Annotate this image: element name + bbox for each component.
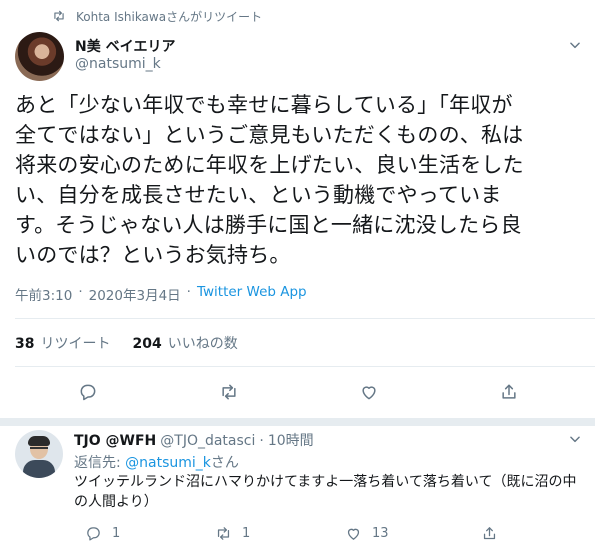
chevron-down-icon[interactable] — [568, 38, 582, 52]
replying-to: 返信先: @natsumi_kさん — [74, 452, 239, 472]
replying-to-handle[interactable]: @natsumi_k — [125, 455, 211, 471]
reply-button[interactable] — [77, 381, 99, 403]
reply-retweet-button[interactable]: 1 — [215, 523, 250, 543]
reply-like-button[interactable]: 13 — [345, 523, 389, 543]
avatar-hair — [28, 436, 50, 446]
replying-prefix: 返信先: — [74, 455, 126, 471]
reply-display-name[interactable]: TJO @WFH — [74, 433, 156, 449]
retweet-icon — [54, 10, 64, 22]
reply-icon — [80, 384, 96, 401]
likes-label: いいねの数 — [167, 336, 238, 352]
author-display-name[interactable]: N美 ベイエリア — [75, 36, 175, 56]
reply-icon — [87, 526, 100, 541]
reply-text: ツイッテルランド沼にハマりかけてますよ一落ち着いて落ち着いて（既に沼の中の人間よ… — [74, 474, 577, 510]
tweet-actions — [0, 381, 595, 405]
tweet-stats: 38 リツイート 204 いいねの数 — [15, 333, 238, 353]
divider — [15, 366, 595, 367]
share-icon — [483, 526, 496, 539]
meta-separator: · — [186, 284, 191, 300]
reply-avatar[interactable] — [15, 430, 63, 478]
retweets-count: 38 — [15, 336, 35, 352]
likes-count: 204 — [132, 336, 162, 352]
tweet-source[interactable]: Twitter Web App — [197, 284, 307, 304]
reply-reply-count: 1 — [112, 525, 121, 541]
heart-icon — [362, 386, 376, 400]
retweet-context: Kohta Ishikawaさんがリツイート — [52, 6, 262, 26]
tweet-time[interactable]: 午前3:10 — [15, 284, 72, 304]
replying-suffix: さん — [210, 455, 239, 471]
retweet-button[interactable] — [218, 381, 240, 403]
reply-handle[interactable]: @TJO_datasci — [160, 433, 255, 449]
tweet-text: あと「少ない年収でも幸せに暮らしている」「年収が 全てではない」というご意見もい… — [15, 93, 524, 267]
like-button[interactable] — [358, 381, 380, 403]
reply-separator-dot: · — [259, 433, 264, 449]
divider — [15, 318, 595, 319]
author-avatar[interactable] — [15, 32, 64, 81]
chevron-down-icon[interactable] — [568, 432, 582, 446]
tweet-date[interactable]: 2020年3月4日 — [89, 284, 181, 304]
reply-separator — [0, 418, 595, 426]
retweets-label: リツイート — [40, 336, 111, 352]
avatar-body — [23, 460, 55, 478]
reply-time[interactable]: 10時間 — [268, 430, 314, 450]
reply-reply-button[interactable]: 1 — [85, 523, 120, 543]
share-icon — [502, 384, 516, 399]
reply-like-count: 13 — [372, 525, 389, 541]
share-button[interactable] — [498, 381, 520, 403]
meta-separator: · — [78, 284, 83, 300]
likes-stat[interactable]: 204 いいねの数 — [132, 333, 237, 353]
retweet-context-text: Kohta Ishikawaさんがリツイート — [76, 9, 263, 24]
retweet-icon — [217, 526, 230, 540]
author-handle[interactable]: @natsumi_k — [75, 56, 161, 72]
retweet-icon — [222, 384, 236, 400]
avatar-glasses — [30, 447, 48, 451]
reply-header: TJO @WFH @TJO_datasci · 10時間 — [74, 430, 314, 450]
tweet-meta: 午前3:10 · 2020年3月4日 · Twitter Web App — [15, 284, 307, 304]
heart-icon — [347, 528, 360, 540]
retweets-stat[interactable]: 38 リツイート — [15, 333, 110, 353]
reply-retweet-count: 1 — [242, 525, 251, 541]
reply-share-button[interactable] — [481, 523, 498, 543]
